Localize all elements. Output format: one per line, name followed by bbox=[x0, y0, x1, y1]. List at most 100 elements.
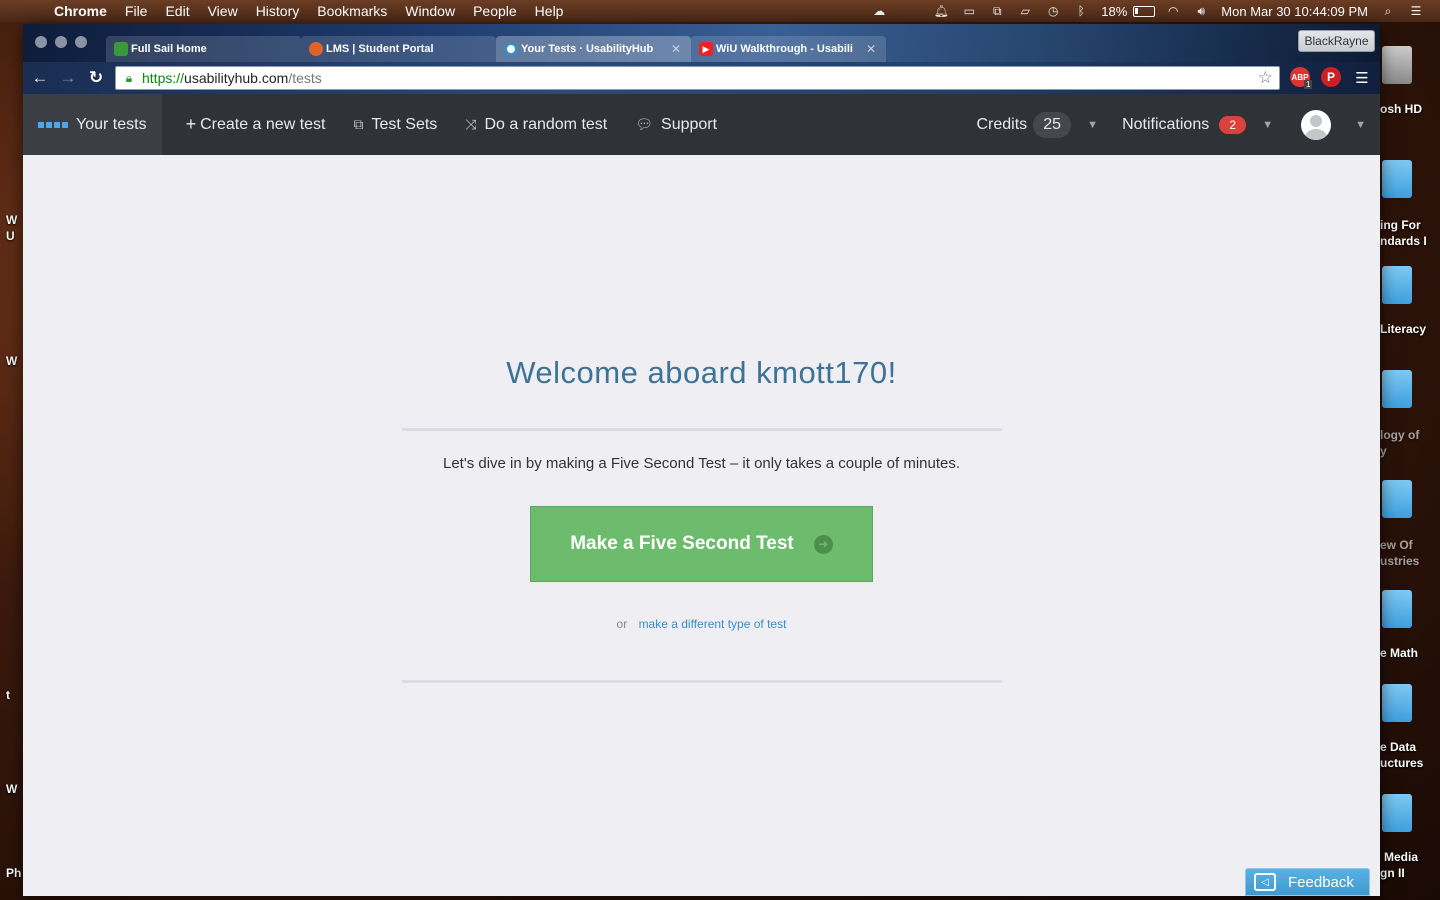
make-five-second-test-button[interactable]: Make a Five Second Test ➜ bbox=[530, 506, 873, 582]
folder-icon[interactable] bbox=[1382, 266, 1412, 304]
back-arrow-icon[interactable]: ← bbox=[30, 68, 50, 88]
chevron-down-icon[interactable]: ▼ bbox=[1262, 119, 1273, 131]
airplay-icon[interactable]: ▱ bbox=[1017, 4, 1033, 18]
profile-button[interactable]: BlackRayne bbox=[1298, 30, 1375, 52]
address-bar[interactable]: 🔒︎ https:// usabilityhub.com /tests ☆ bbox=[115, 66, 1280, 90]
folder-icon[interactable] bbox=[1382, 370, 1412, 408]
nav-random-test[interactable]: ⤨ Do a random test bbox=[451, 94, 621, 155]
window-close-button[interactable] bbox=[35, 36, 47, 48]
desktop-label-right[interactable]: y bbox=[1380, 444, 1387, 458]
tab-wiu-walkthrough[interactable]: ▶ WiU Walkthrough - Usabili ✕ bbox=[691, 36, 886, 62]
desktop-label-right[interactable]: ew Of bbox=[1380, 538, 1413, 552]
megaphone-icon: ◁ bbox=[1254, 873, 1276, 891]
menu-edit[interactable]: Edit bbox=[156, 3, 198, 19]
different-test-type-link[interactable]: make a different type of test bbox=[639, 617, 787, 631]
divider bbox=[402, 680, 1002, 683]
notification-center-icon[interactable]: ☰ bbox=[1408, 4, 1424, 18]
nav-test-sets[interactable]: ⧉ Test Sets bbox=[339, 94, 451, 155]
plus-icon: + bbox=[185, 114, 197, 134]
youtube-favicon-icon: ▶ bbox=[699, 42, 713, 56]
cta-label: Make a Five Second Test bbox=[570, 533, 794, 554]
alternative-option: or make a different type of test bbox=[23, 617, 1380, 631]
macos-menubar: Chrome File Edit View History Bookmarks … bbox=[0, 0, 1440, 22]
desktop-label-right[interactable]: ing For bbox=[1380, 218, 1421, 232]
tab-close-icon[interactable]: ✕ bbox=[671, 42, 681, 56]
or-text: or bbox=[616, 617, 628, 631]
tab-your-tests[interactable]: Your Tests · UsabilityHub ✕ bbox=[496, 36, 691, 62]
spotlight-search-icon[interactable]: ⌕ bbox=[1380, 4, 1396, 18]
desktop-label-right[interactable]: Media bbox=[1384, 850, 1418, 864]
notification-bell-icon[interactable]: 🔔︎ bbox=[933, 4, 949, 18]
menubar-clock[interactable]: Mon Mar 30 10:44:09 PM bbox=[1221, 4, 1368, 19]
tab-lms-student-portal[interactable]: LMS | Student Portal bbox=[301, 36, 496, 62]
feedback-label: Feedback bbox=[1288, 873, 1354, 891]
folder-icon[interactable] bbox=[1382, 160, 1412, 198]
menu-window[interactable]: Window bbox=[396, 3, 464, 19]
reload-icon[interactable]: ↻ bbox=[86, 68, 106, 88]
main-content: Welcome aboard kmott170! Let's dive in b… bbox=[23, 155, 1380, 896]
desktop-label-left: t bbox=[6, 688, 10, 702]
desktop-label-right[interactable]: e Math bbox=[1380, 646, 1418, 660]
desktop-label-right[interactable]: osh HD bbox=[1380, 102, 1422, 116]
wifi-icon[interactable]: ◠ bbox=[1165, 4, 1181, 18]
nav-random-label: Do a random test bbox=[484, 115, 608, 133]
desktop-label-right[interactable]: Literacy bbox=[1380, 322, 1426, 336]
window-minimize-button[interactable] bbox=[55, 36, 67, 48]
tab-close-icon[interactable]: ✕ bbox=[866, 42, 876, 56]
menu-file[interactable]: File bbox=[116, 3, 157, 19]
pinterest-icon[interactable]: P bbox=[1321, 67, 1341, 87]
volume-icon[interactable]: 🔊︎ bbox=[1193, 4, 1209, 18]
folder-icon[interactable] bbox=[1382, 684, 1412, 722]
nav-create-test[interactable]: + Create a new test bbox=[172, 94, 340, 155]
nav-right-group: Credits 25 ▼ Notifications 2 ▼ ▼ bbox=[976, 94, 1380, 155]
desktop-label-left: W bbox=[6, 782, 18, 796]
desktop-label-left: W bbox=[6, 354, 18, 368]
nav-support[interactable]: 💬︎ Support bbox=[621, 94, 731, 155]
menu-help[interactable]: Help bbox=[526, 3, 573, 19]
menu-bookmarks[interactable]: Bookmarks bbox=[308, 3, 396, 19]
chevron-down-icon[interactable]: ▼ bbox=[1355, 119, 1366, 131]
tab-full-sail-home[interactable]: Full Sail Home bbox=[106, 36, 301, 62]
chrome-menu-icon[interactable]: ☰ bbox=[1352, 68, 1372, 88]
feedback-button[interactable]: ◁ Feedback bbox=[1245, 868, 1370, 896]
hard-drive-icon[interactable] bbox=[1382, 46, 1412, 84]
nav-create-label: Create a new test bbox=[200, 115, 326, 133]
intro-text: Let's dive in by making a Five Second Te… bbox=[442, 455, 961, 472]
forward-arrow-icon[interactable]: → bbox=[58, 68, 78, 88]
battery-icon[interactable] bbox=[1133, 5, 1156, 17]
bluetooth-icon[interactable]: ᛒ bbox=[1073, 4, 1089, 18]
divider bbox=[402, 428, 1002, 431]
nav-your-tests[interactable]: Your tests bbox=[23, 94, 162, 155]
credits-menu[interactable]: Credits 25 ▼ bbox=[976, 94, 1104, 155]
url-scheme: https:// bbox=[142, 70, 185, 86]
desktop-label-left: U bbox=[6, 229, 15, 243]
desktop-label-right[interactable]: ustries bbox=[1380, 554, 1419, 568]
desktop-label-right[interactable]: gn II bbox=[1380, 866, 1405, 880]
app-navbar: Your tests + Create a new test ⧉ Test Se… bbox=[23, 94, 1380, 155]
menu-chrome[interactable]: Chrome bbox=[54, 3, 116, 19]
lock-icon: 🔒︎ bbox=[125, 70, 133, 85]
folder-icon[interactable] bbox=[1382, 590, 1412, 628]
notifications-menu[interactable]: Notifications 2 ▼ bbox=[1122, 94, 1279, 155]
desktop-label-right[interactable]: logy of bbox=[1380, 428, 1419, 442]
folder-icon[interactable] bbox=[1382, 794, 1412, 832]
desktop-label-right[interactable]: e Data bbox=[1380, 740, 1416, 754]
window-switch-icon[interactable]: ⧉ bbox=[989, 4, 1005, 18]
desktop-label-right[interactable]: uctures bbox=[1380, 756, 1423, 770]
menu-people[interactable]: People bbox=[464, 3, 526, 19]
window-zoom-button[interactable] bbox=[75, 36, 87, 48]
credits-label: Credits bbox=[976, 115, 1028, 133]
time-machine-icon[interactable]: ◷ bbox=[1045, 4, 1061, 18]
notifications-count-badge: 2 bbox=[1219, 115, 1247, 134]
account-menu[interactable]: ▼ bbox=[1279, 94, 1380, 155]
menu-history[interactable]: History bbox=[247, 3, 309, 19]
avatar[interactable] bbox=[1301, 109, 1332, 140]
creative-cloud-icon[interactable]: ☁ bbox=[871, 4, 887, 18]
folder-icon[interactable] bbox=[1382, 480, 1412, 518]
desktop-label-right[interactable]: ndards I bbox=[1380, 234, 1427, 248]
browser-toolbar: ← → ↻ 🔒︎ https:// usabilityhub.com /test… bbox=[23, 62, 1380, 94]
chevron-down-icon[interactable]: ▼ bbox=[1087, 119, 1098, 131]
display-icon[interactable]: ▭ bbox=[961, 4, 977, 18]
bookmark-star-icon[interactable]: ☆ bbox=[1258, 68, 1273, 88]
menu-view[interactable]: View bbox=[199, 3, 247, 19]
